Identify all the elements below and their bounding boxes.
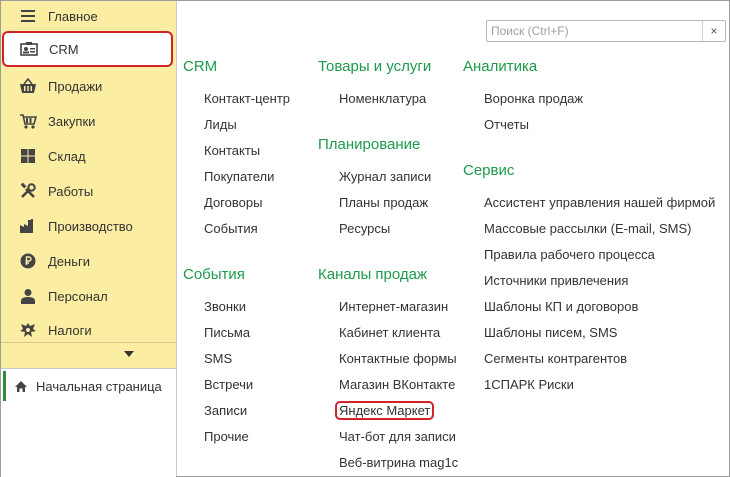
link-contacts[interactable]: Контакты [204,143,260,158]
sidebar-item-personnel[interactable]: Персонал [1,279,176,313]
link-other[interactable]: Прочие [204,429,249,444]
link-nomenclature[interactable]: Номенклатура [339,91,426,106]
section-title-planning: Планирование [318,136,421,153]
link-spark-risks[interactable]: 1СПАРК Риски [484,377,574,392]
sidebar-item-label: Склад [48,148,86,164]
link-calls[interactable]: Звонки [204,299,246,314]
link-sms[interactable]: SMS [204,351,232,366]
link-contracts[interactable]: Договоры [204,195,262,210]
link-resources[interactable]: Ресурсы [339,221,390,236]
tools-icon [17,180,39,202]
home-page-label: Начальная страница [36,378,162,394]
link-records[interactable]: Записи [204,403,247,418]
sidebar-item-sales[interactable]: Продажи [1,69,176,103]
link-meetings[interactable]: Встречи [204,377,253,392]
link-contact-center[interactable]: Контакт-центр [204,91,290,106]
search-box: × [486,20,726,42]
menu-lines-icon [17,5,39,27]
search-clear-button[interactable]: × [702,21,725,41]
home-icon [14,379,28,393]
sidebar-item-warehouse[interactable]: Склад [1,139,176,173]
link-reports[interactable]: Отчеты [484,117,529,132]
link-contact-forms[interactable]: Контактные формы [339,351,457,366]
section-title-analytics: Аналитика [463,58,538,75]
sidebar-item-label: Главное [48,8,98,24]
sidebar: Главное CRM Продажи Закупки Склад Работы… [1,0,177,477]
link-letter-templates[interactable]: Шаблоны писем, SMS [484,325,617,340]
link-booking-chatbot[interactable]: Чат-бот для записи [339,429,456,444]
link-buyers[interactable]: Покупатели [204,169,274,184]
sidebar-expand-toggle[interactable] [1,342,176,369]
contact-card-icon [18,38,40,60]
link-client-cabinet[interactable]: Кабинет клиента [339,325,440,340]
link-acquisition-sources[interactable]: Источники привлечения [484,273,628,288]
link-leads[interactable]: Лиды [204,117,237,132]
person-icon [17,285,39,307]
sidebar-item-label: Производство [48,218,133,234]
section-title-crm: CRM [183,58,218,75]
link-events[interactable]: События [204,221,258,236]
link-vk-store[interactable]: Магазин ВКонтакте [339,377,455,392]
warehouse-grid-icon [17,145,39,167]
link-online-store[interactable]: Интернет-магазин [339,299,448,314]
open-windows-panel: Начальная страница [1,368,176,477]
section-title-goods: Товары и услуги [318,58,432,75]
sidebar-item-label: Персонал [48,288,108,304]
link-mass-mailing[interactable]: Массовые рассылки (E-mail, SMS) [484,221,692,236]
ruble-coin-icon [17,250,39,272]
link-kp-templates[interactable]: Шаблоны КП и договоров [484,299,638,314]
app-window: Главное CRM Продажи Закупки Склад Работы… [0,0,730,477]
sidebar-item-crm[interactable]: CRM [2,31,173,67]
sidebar-item-label: Закупки [48,113,96,129]
factory-icon [17,215,39,237]
link-sales-funnel[interactable]: Воронка продаж [484,91,583,106]
sidebar-item-label: Продажи [48,78,103,94]
sidebar-item-production[interactable]: Производство [1,209,176,243]
sidebar-item-label: Работы [48,183,94,199]
eagle-emblem-icon [17,319,39,341]
section-title-events: События [183,266,245,283]
basket-icon [17,75,39,97]
sidebar-item-main[interactable]: Главное [1,0,176,33]
link-booking-journal[interactable]: Журнал записи [339,169,431,184]
sidebar-item-money[interactable]: Деньги [1,244,176,278]
sidebar-item-purchases[interactable]: Закупки [1,104,176,138]
sidebar-item-label: Налоги [48,322,92,338]
chevron-down-icon [124,351,134,357]
home-page-link[interactable]: Начальная страница [3,371,174,401]
link-counterparty-segments[interactable]: Сегменты контрагентов [484,351,627,366]
sidebar-item-label: CRM [49,41,79,57]
section-title-channels: Каналы продаж [318,266,428,283]
search-input[interactable] [489,22,705,40]
link-sales-plans[interactable]: Планы продаж [339,195,428,210]
sidebar-item-label: Деньги [48,253,90,269]
link-assistant[interactable]: Ассистент управления нашей фирмой [484,195,715,210]
link-yandex-market[interactable]: Яндекс Маркет [335,401,435,420]
section-title-service: Сервис [463,162,515,179]
link-letters[interactable]: Письма [204,325,250,340]
sidebar-item-works[interactable]: Работы [1,174,176,208]
link-workflow-rules[interactable]: Правила рабочего процесса [484,247,655,262]
link-web-showcase[interactable]: Веб-витрина mag1c [339,455,458,470]
cart-icon [17,110,39,132]
